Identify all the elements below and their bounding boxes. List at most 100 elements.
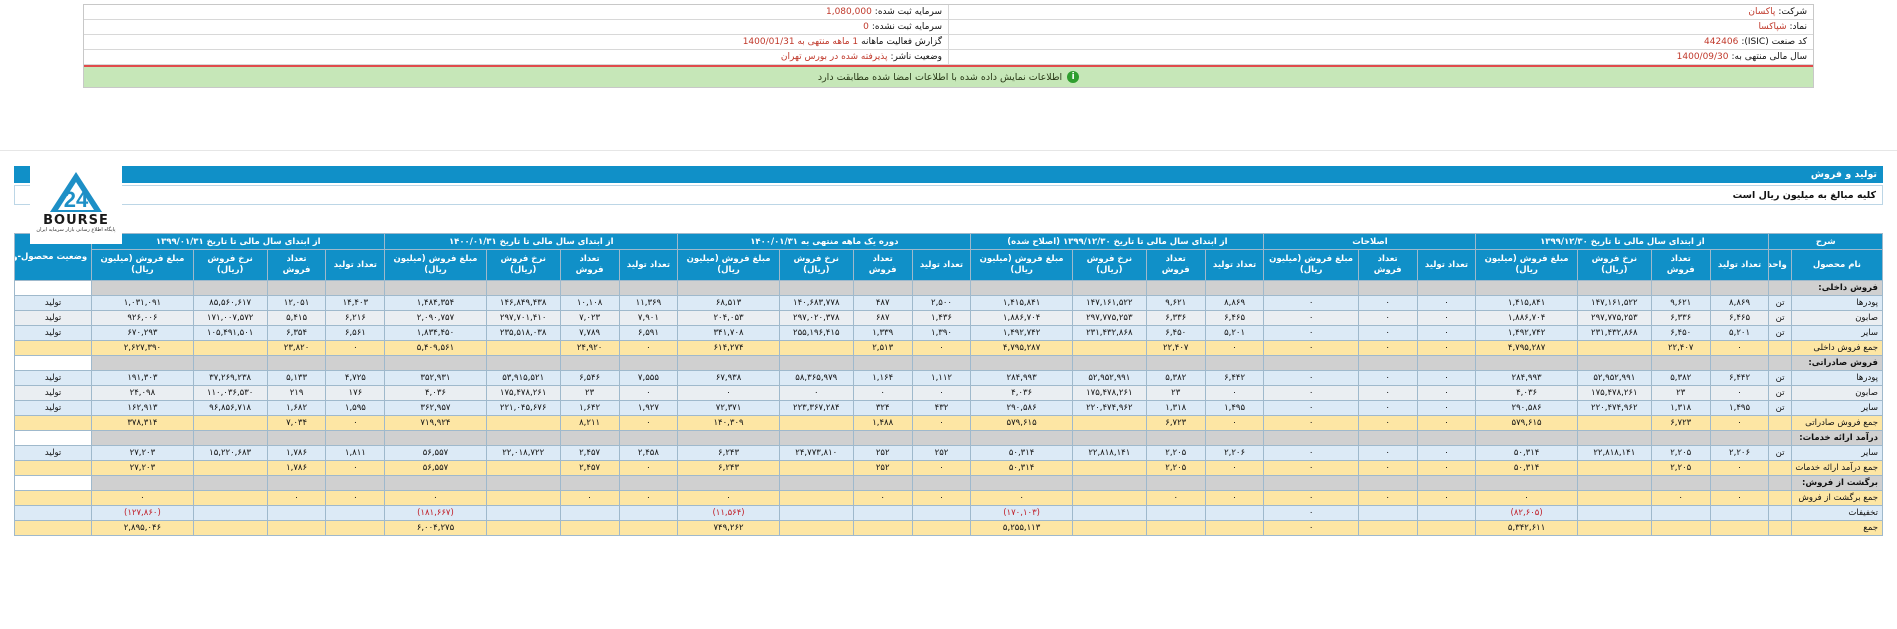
table-row: پودرها تن ۸,۸۶۹ ۹,۶۲۱ ۱۴۷,۱۶۱,۵۲۲ ۱,۴۱۵,۸۴۱ ۰ ۰… [13, 295, 1884, 311]
table-cell [1416, 475, 1477, 491]
table-cell: ۱,۴۹۵ [1204, 400, 1265, 416]
table-cell: ۰ [1263, 415, 1359, 431]
table-cell: ۸۵,۵۶۰,۶۱۷ [192, 295, 268, 311]
table-cell: ۳۴۱,۷۰۸ [677, 325, 780, 341]
table-cell: (۱۱,۵۶۴) [677, 505, 780, 521]
table-cell: ۰ [677, 490, 780, 506]
table-cell: ۵۶,۵۵۷ [384, 460, 487, 476]
table-cell [1204, 505, 1265, 521]
table-cell: ۰ [1416, 310, 1477, 326]
table-cell: ۱,۴۸۴,۳۵۴ [384, 295, 487, 311]
table-cell: ۶,۳۳۶ [1650, 310, 1711, 326]
table-cell: ۷۲,۳۷۱ [677, 400, 780, 416]
table-cell: ۱,۸۳۴,۴۵۰ [384, 325, 487, 341]
table-cell [1071, 490, 1147, 506]
table-cell [911, 430, 972, 446]
table-cell [1576, 505, 1652, 521]
table-cell [970, 280, 1073, 296]
symbol-value[interactable]: شپاکسا [1758, 22, 1786, 32]
table-cell: ۱,۴۹۲,۷۴۲ [970, 325, 1073, 341]
table-cell: ۲,۴۵۸ [618, 445, 679, 461]
table-cell: ۲۵۲ [852, 445, 913, 461]
table-cell: ۰ [1263, 370, 1359, 386]
table-cell: ۶,۲۱۶ [325, 310, 386, 326]
table-cell: ۰ [852, 490, 913, 506]
row-label: صابون [1790, 385, 1884, 401]
table-cell [970, 475, 1073, 491]
row-unit [1768, 505, 1792, 521]
table-cell: ۲,۲۰۵ [1650, 460, 1711, 476]
row-status [13, 355, 93, 371]
table-cell: ۵۰,۳۱۴ [1475, 445, 1578, 461]
table-cell: (۱۸۱,۶۶۷) [384, 505, 487, 521]
table-cell [1576, 475, 1652, 491]
table-cell [325, 520, 386, 536]
row-unit [1768, 340, 1792, 356]
table-cell [1357, 475, 1418, 491]
table-cell: ۰ [1709, 385, 1770, 401]
table-cell: ۰ [852, 385, 913, 401]
table-cell: ۰ [1263, 445, 1359, 461]
table-cell [266, 505, 327, 521]
table-cell: ۶,۴۵۰ [1145, 325, 1206, 341]
table-cell: ۶,۷۲۳ [1650, 415, 1711, 431]
table-cell: ۰ [325, 340, 386, 356]
table-cell [1145, 505, 1206, 521]
table-cell: ۰ [1357, 370, 1418, 386]
table-cell: ۱,۴۳۶ [911, 310, 972, 326]
table-cell [1145, 430, 1206, 446]
table-cell: ۳۷۸,۳۱۴ [91, 415, 194, 431]
table-cell: ۵۲,۹۵۲,۹۹۱ [1576, 370, 1652, 386]
table-cell [1709, 280, 1770, 296]
table-cell [1650, 430, 1711, 446]
row-unit: تن [1768, 295, 1792, 311]
table-cell: ۰ [1709, 340, 1770, 356]
table-cell [485, 340, 561, 356]
table-cell: ۰ [618, 460, 679, 476]
table-cell [1709, 430, 1770, 446]
svg-text:24: 24 [64, 187, 89, 212]
table-cell [559, 520, 620, 536]
table-cell: ۲۳۱,۴۳۲,۸۶۸ [1576, 325, 1652, 341]
table-cell: ۰ [1204, 460, 1265, 476]
table-cell [266, 280, 327, 296]
sub-header-g6-2: تعداد فروش [266, 249, 327, 281]
bourse-logo: 24 BOURSE پایگاه اطلاع رسانی بازار سرمای… [30, 166, 122, 244]
table-cell: ۵,۱۳۳ [266, 370, 327, 386]
row-label: صابون [1790, 310, 1884, 326]
table-cell: ۲۳ [559, 385, 620, 401]
company-value[interactable]: پاکسان [1748, 7, 1775, 17]
fiscal-year-value: 1400/09/30 [1676, 52, 1729, 62]
col-product-name: نام محصول [1790, 249, 1884, 281]
table-cell: ۰ [1416, 445, 1477, 461]
row-label: جمع برگشت از فروش [1790, 490, 1884, 506]
table-cell: ۰ [1357, 310, 1418, 326]
table-cell: ۰ [1416, 460, 1477, 476]
sub-header-g2-2: تعداد فروش [1357, 249, 1418, 281]
table-cell [1357, 430, 1418, 446]
table-cell: ۴,۰۳۶ [1475, 385, 1578, 401]
logo-wordmark: BOURSE [43, 213, 109, 228]
table-cell: ۲۲۰,۴۷۴,۹۶۲ [1576, 400, 1652, 416]
sub-header-g5-4: مبلغ فروش (میلیون ریال) [384, 249, 487, 281]
row-label: جمع فروش صادراتی [1790, 415, 1884, 431]
row-label: برگشت از فروش: [1790, 475, 1884, 491]
table-cell: ۱,۵۹۵ [325, 400, 386, 416]
table-cell [852, 520, 913, 536]
table-cell: ۰ [1357, 295, 1418, 311]
table-cell [1576, 355, 1652, 371]
table-total-row: جمع فروش صادراتی ۰ ۶,۷۲۳ ۵۷۹,۶۱۵ ۰ ۰ ۰ ۰ ۶,۷۲۳ ۵۷… [13, 415, 1884, 431]
table-cell: ۲۱۹ [266, 385, 327, 401]
table-cell: ۲۲,۸۱۸,۱۴۱ [1576, 445, 1652, 461]
row-status [13, 340, 93, 356]
table-cell: ۲۲,۸۱۸,۱۴۱ [1071, 445, 1147, 461]
table-cell [1263, 355, 1359, 371]
table-cell: ۲۹۰,۵۸۶ [970, 400, 1073, 416]
table-cell: ۵,۳۸۲ [1650, 370, 1711, 386]
table-cell [485, 430, 561, 446]
table-cell [1650, 520, 1711, 536]
table-cell [1263, 430, 1359, 446]
table-cell [1145, 520, 1206, 536]
table-cell [1475, 475, 1578, 491]
table-cell: ۱,۴۹۲,۷۴۲ [1475, 325, 1578, 341]
